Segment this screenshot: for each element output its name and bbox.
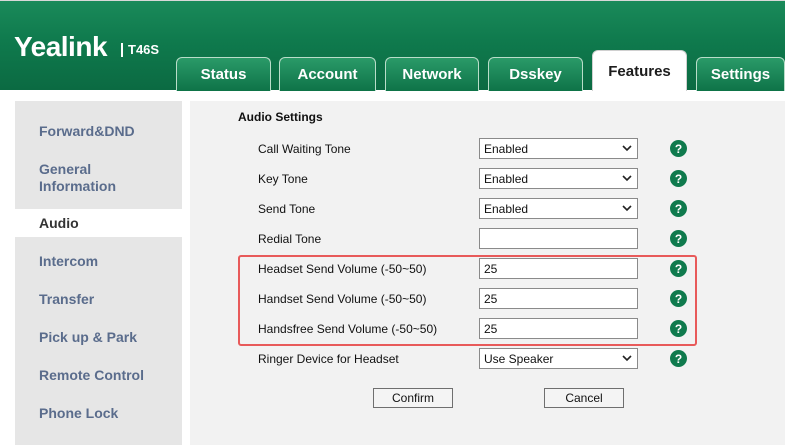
- key-tone-label: Key Tone: [258, 172, 308, 186]
- sidebar-item-audio[interactable]: Audio: [15, 209, 189, 237]
- volume-rows-highlight: [238, 255, 697, 346]
- chevron-down-icon: [622, 355, 632, 362]
- tab-dsskey[interactable]: Dsskey: [488, 57, 583, 91]
- tab-account[interactable]: Account: [279, 57, 376, 91]
- section-title: Audio Settings: [238, 110, 323, 124]
- chevron-down-icon: [622, 205, 632, 212]
- help-icon[interactable]: ?: [670, 170, 687, 187]
- sidebar-item-intercom[interactable]: Intercom: [15, 253, 182, 270]
- send-tone-value: Enabled: [484, 201, 529, 216]
- confirm-button[interactable]: Confirm: [373, 388, 453, 408]
- chevron-down-icon: [622, 175, 632, 182]
- tab-settings[interactable]: Settings: [696, 57, 785, 91]
- chevron-down-icon: [622, 145, 632, 152]
- call-waiting-tone-label: Call Waiting Tone: [258, 142, 351, 156]
- header-bar: Yealink T46S Status Account Network Dssk…: [0, 0, 785, 91]
- send-tone-select[interactable]: Enabled: [479, 198, 638, 219]
- tab-features[interactable]: Features: [592, 50, 687, 91]
- ringer-device-headset-label: Ringer Device for Headset: [258, 352, 399, 366]
- send-tone-label: Send Tone: [258, 202, 316, 216]
- call-waiting-tone-select[interactable]: Enabled: [479, 138, 638, 159]
- sidebar-item-forward-dnd[interactable]: Forward&DND: [15, 123, 182, 140]
- help-icon[interactable]: ?: [670, 140, 687, 157]
- call-waiting-tone-value: Enabled: [484, 141, 529, 156]
- sidebar-item-phone-lock[interactable]: Phone Lock: [15, 405, 182, 422]
- sidebar-item-pickup-park[interactable]: Pick up & Park: [15, 329, 182, 346]
- ringer-device-headset-value: Use Speaker: [484, 351, 554, 366]
- key-tone-value: Enabled: [484, 171, 529, 186]
- help-icon[interactable]: ?: [670, 230, 687, 247]
- sidebar-item-remote-control[interactable]: Remote Control: [15, 367, 182, 384]
- help-icon[interactable]: ?: [670, 350, 687, 367]
- key-tone-select[interactable]: Enabled: [479, 168, 638, 189]
- ringer-device-headset-select[interactable]: Use Speaker: [479, 348, 638, 369]
- tab-network[interactable]: Network: [385, 57, 479, 91]
- sidebar-item-transfer[interactable]: Transfer: [15, 291, 182, 308]
- tab-status[interactable]: Status: [176, 57, 271, 91]
- redial-tone-input[interactable]: [479, 228, 638, 249]
- redial-tone-label: Redial Tone: [258, 232, 322, 246]
- model-label: T46S: [121, 43, 159, 57]
- sidebar: Forward&DND General Information Audio In…: [15, 101, 189, 445]
- sidebar-item-general-information[interactable]: General Information: [15, 161, 135, 195]
- help-icon[interactable]: ?: [670, 200, 687, 217]
- brand-logo: Yealink: [14, 31, 108, 62]
- cancel-button[interactable]: Cancel: [544, 388, 624, 408]
